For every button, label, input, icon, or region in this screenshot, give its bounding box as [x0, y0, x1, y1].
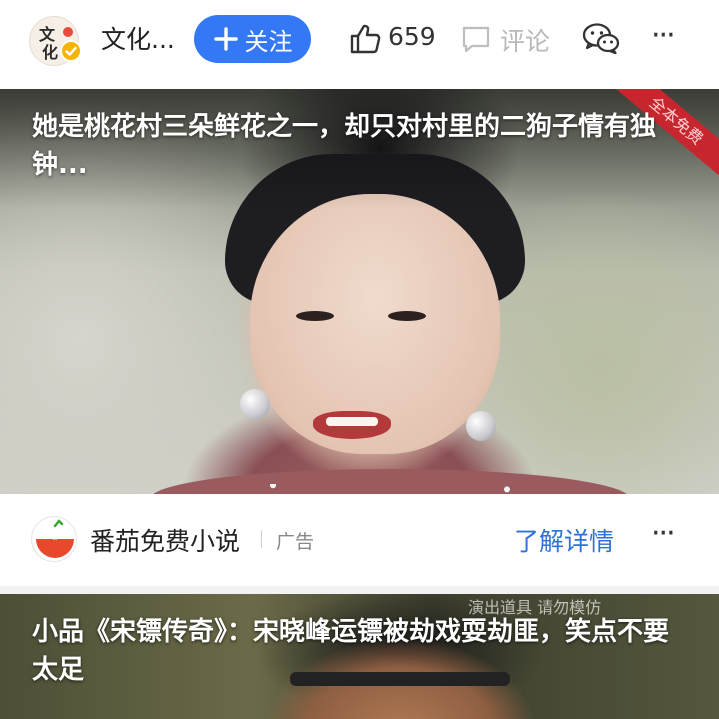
video-title: 小品《宋镖传奇》：宋晓峰运镖被劫戏耍劫匪，笑点不要太足 [32, 617, 670, 685]
tomato-icon [36, 519, 74, 558]
video-thumbnail-art [326, 417, 378, 426]
plus-icon [213, 27, 238, 51]
follow-label: 关注 [244, 27, 293, 56]
comment-icon[interactable] [461, 24, 491, 54]
section-gap [0, 586, 719, 594]
video-card[interactable]: 演出道具 请勿模仿 小品《宋镖传奇》：宋晓峰运镖被劫戏耍劫匪，笑点不要太足 [0, 594, 719, 719]
ad-row[interactable]: 番茄免费小说 广告 了解详情 ··· [0, 494, 719, 586]
video-thumbnail-art [240, 389, 270, 419]
advertiser-name[interactable]: 番茄免费小说 [90, 522, 240, 558]
video-thumbnail-art [388, 311, 426, 321]
video-thumbnail-art [270, 484, 510, 494]
article-header: 文 化 文化... 关注 659 评论 ··· [0, 0, 719, 80]
more-icon[interactable]: ··· [651, 21, 685, 51]
account-name[interactable]: 文化... [101, 20, 175, 56]
app-logo [31, 516, 77, 562]
avatar-text: 化 [42, 43, 59, 62]
follow-button[interactable]: 关注 [194, 15, 311, 63]
divider [261, 530, 262, 548]
comment-label[interactable]: 评论 [500, 22, 550, 58]
video-title: 她是桃花村三朵鲜花之一，却只对村里的二狗子情有独钟... [32, 112, 657, 180]
video-thumbnail-art [466, 411, 496, 441]
avatar-decoration [63, 27, 73, 37]
learn-more-button[interactable]: 了解详情 [514, 522, 614, 558]
video-card[interactable]: 全本免费 她是桃花村三朵鲜花之一，却只对村里的二狗子情有独钟... [0, 89, 719, 494]
verified-badge-icon [60, 40, 82, 62]
video-thumbnail-art [296, 311, 334, 321]
ad-label: 广告 [276, 531, 315, 553]
like-count: 659 [388, 22, 436, 51]
more-icon[interactable]: ··· [651, 519, 676, 549]
thumbs-up-icon[interactable] [348, 22, 382, 56]
wechat-icon[interactable] [582, 22, 620, 56]
